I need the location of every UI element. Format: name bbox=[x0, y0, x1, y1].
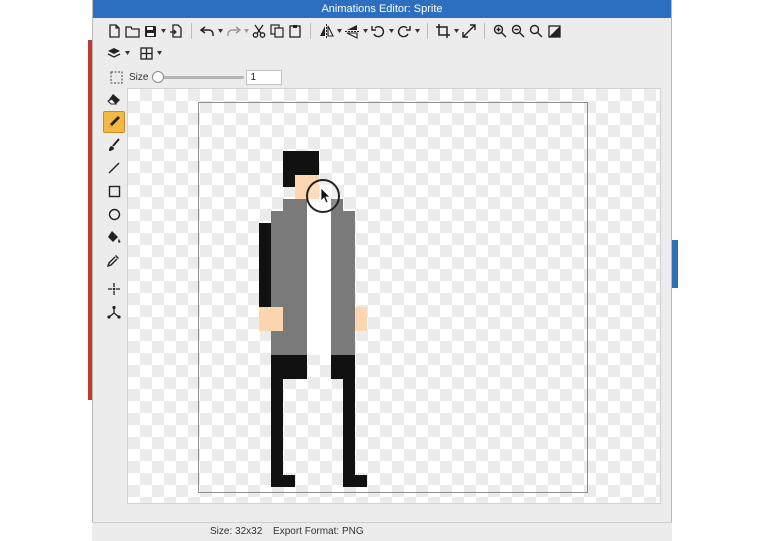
fill-icon[interactable] bbox=[103, 226, 125, 248]
rotate-left-icon[interactable] bbox=[369, 22, 387, 40]
layers-icon[interactable] bbox=[105, 44, 123, 62]
status-bar: Size: 32x32 Export Format: PNG bbox=[92, 522, 672, 541]
sprite-left-hand bbox=[259, 307, 283, 331]
background-window-edge-right bbox=[672, 240, 678, 288]
rectangle-icon[interactable] bbox=[103, 180, 125, 202]
flip-horizontal-icon[interactable] bbox=[317, 22, 335, 40]
select-magic-icon[interactable] bbox=[103, 278, 125, 300]
sprite-canvas[interactable] bbox=[198, 102, 588, 493]
canvas-area[interactable] bbox=[127, 88, 661, 504]
background-right bbox=[672, 0, 763, 541]
sprite-collar-left bbox=[283, 199, 307, 211]
zoom-fit-icon[interactable] bbox=[527, 22, 545, 40]
redo-icon[interactable] bbox=[224, 22, 242, 40]
save-icon[interactable] bbox=[141, 22, 159, 40]
eraser-icon[interactable] bbox=[103, 88, 125, 110]
crop-dropdown-arrow-icon[interactable] bbox=[452, 22, 460, 40]
sprite-pants-top-right bbox=[331, 355, 355, 379]
flip-vertical-icon[interactable] bbox=[343, 22, 361, 40]
size-slider-thumb[interactable] bbox=[152, 71, 165, 83]
background-left bbox=[0, 0, 88, 541]
grid-dropdown-arrow-icon[interactable] bbox=[155, 44, 163, 62]
size-label: Size bbox=[129, 71, 149, 83]
pencil-icon[interactable] bbox=[103, 111, 125, 133]
sprite-right-leg bbox=[343, 379, 355, 487]
sprite-drawing bbox=[259, 151, 367, 487]
status-export-format: Export Format: PNG bbox=[273, 526, 364, 537]
brush-icon[interactable] bbox=[103, 134, 125, 156]
secondary-toolbar bbox=[93, 42, 671, 64]
undo-dropdown-arrow-icon[interactable] bbox=[216, 22, 224, 40]
crop-icon[interactable] bbox=[434, 22, 452, 40]
tools-panel bbox=[103, 88, 127, 324]
sprite-hair bbox=[283, 151, 319, 175]
tool-options-bar: Size 1 bbox=[93, 66, 671, 88]
flip-vertical-dropdown-arrow-icon[interactable] bbox=[361, 22, 369, 40]
rotate-left-dropdown-arrow-icon[interactable] bbox=[387, 22, 395, 40]
export-icon[interactable] bbox=[167, 22, 185, 40]
eyedropper-icon[interactable] bbox=[103, 249, 125, 271]
toolbar-divider bbox=[484, 23, 485, 39]
size-input[interactable]: 1 bbox=[246, 69, 283, 85]
sprite-shirt bbox=[307, 199, 331, 355]
background-icon[interactable] bbox=[545, 22, 563, 40]
sprite-left-arm bbox=[259, 223, 271, 307]
toolbar-divider bbox=[191, 23, 192, 39]
toolbar-divider bbox=[427, 23, 428, 39]
sprite-hair-side bbox=[283, 175, 295, 187]
flip-horizontal-dropdown-arrow-icon[interactable] bbox=[335, 22, 343, 40]
line-icon[interactable] bbox=[103, 157, 125, 179]
save-dropdown-arrow-icon[interactable] bbox=[159, 22, 167, 40]
layers-dropdown-arrow-icon[interactable] bbox=[123, 44, 131, 62]
size-slider[interactable] bbox=[152, 70, 245, 84]
size-slider-track bbox=[156, 76, 245, 79]
open-folder-icon[interactable] bbox=[123, 22, 141, 40]
paste-icon[interactable] bbox=[286, 22, 304, 40]
resize-icon[interactable] bbox=[460, 22, 478, 40]
rotate-right-dropdown-arrow-icon[interactable] bbox=[413, 22, 421, 40]
copy-icon[interactable] bbox=[268, 22, 286, 40]
editor-window: Animations Editor: Sprite Size 1 bbox=[92, 0, 672, 522]
main-toolbar bbox=[93, 20, 671, 42]
grid-icon[interactable] bbox=[137, 44, 155, 62]
sprite-right-hand bbox=[355, 307, 367, 331]
sprite-coat-right bbox=[331, 211, 355, 355]
cut-icon[interactable] bbox=[250, 22, 268, 40]
sprite-pants-top bbox=[271, 355, 307, 379]
selection-icon[interactable] bbox=[107, 68, 125, 86]
new-file-icon[interactable] bbox=[105, 22, 123, 40]
window-title: Animations Editor: Sprite bbox=[93, 0, 671, 18]
rig-icon[interactable] bbox=[103, 301, 125, 323]
zoom-out-icon[interactable] bbox=[509, 22, 527, 40]
ellipse-icon[interactable] bbox=[103, 203, 125, 225]
sprite-left-foot bbox=[271, 475, 295, 487]
zoom-in-icon[interactable] bbox=[491, 22, 509, 40]
sprite-right-foot bbox=[343, 475, 367, 487]
sprite-left-leg bbox=[271, 379, 283, 487]
undo-icon[interactable] bbox=[198, 22, 216, 40]
status-size: Size: 32x32 bbox=[210, 526, 263, 537]
redo-dropdown-arrow-icon[interactable] bbox=[242, 22, 250, 40]
rotate-right-icon[interactable] bbox=[395, 22, 413, 40]
toolbar-divider bbox=[310, 23, 311, 39]
sprite-coat-left bbox=[271, 211, 307, 355]
